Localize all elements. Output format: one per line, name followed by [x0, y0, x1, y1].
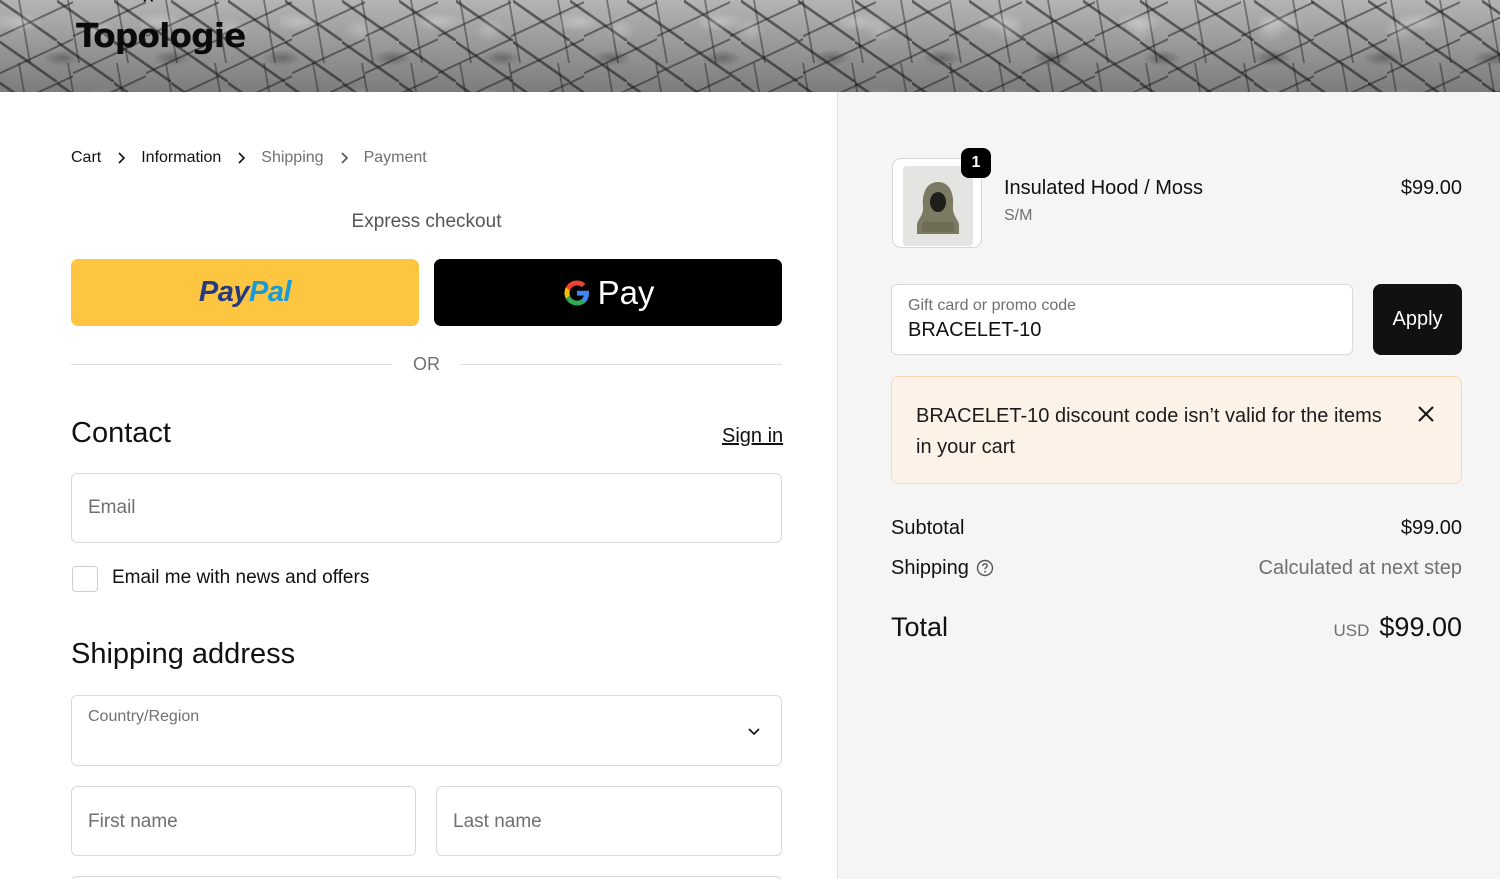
discount-code-value: BRACELET-10: [908, 319, 1042, 341]
chevron-right-icon: [324, 152, 364, 164]
total-value-group: USD $99.00: [1334, 612, 1463, 643]
first-name-placeholder: First name: [88, 811, 178, 832]
subtotal-label: Subtotal: [891, 517, 965, 539]
discount-error-banner: BRACELET-10 discount code isn’t valid fo…: [891, 376, 1462, 484]
google-g-icon: [564, 280, 589, 305]
close-icon[interactable]: [1417, 405, 1435, 423]
total-currency: USD: [1333, 621, 1370, 640]
chevron-down-icon: [748, 728, 760, 736]
newsletter-label[interactable]: Email me with news and offers: [112, 567, 369, 589]
express-checkout-title: Express checkout: [351, 211, 502, 232]
store-logo[interactable]: Topologie: [76, 16, 246, 55]
product-name: Insulated Hood / Moss: [1004, 177, 1203, 199]
subtotal-value: $99.00: [1400, 517, 1462, 539]
total-amount: $99.00: [1379, 612, 1462, 642]
breadcrumb-information: Information: [141, 149, 222, 166]
discount-error-message: BRACELET-10 discount code isn’t valid fo…: [916, 405, 1382, 458]
shipping-label: Shipping: [891, 557, 969, 579]
paypal-logo: PayPal: [198, 276, 292, 308]
breadcrumb-cart[interactable]: Cart: [71, 149, 101, 167]
logo-mark: ^: [143, 0, 154, 10]
shipping-address-heading: Shipping address: [71, 638, 296, 670]
last-name-placeholder: Last name: [453, 811, 542, 832]
last-name-field[interactable]: Last name: [436, 786, 782, 856]
apply-button[interactable]: Apply: [1373, 284, 1462, 355]
breadcrumb-payment: Payment: [363, 149, 427, 166]
email-field[interactable]: Email: [71, 473, 782, 543]
total-label: Total: [891, 612, 949, 642]
product-image: [903, 166, 973, 246]
or-divider: OR: [71, 354, 782, 375]
google-pay-button[interactable]: Pay: [434, 259, 782, 326]
discount-code-field[interactable]: Gift card or promo code BRACELET-10: [891, 284, 1353, 355]
google-pay-label: Pay: [597, 273, 655, 311]
quantity-badge: 1: [961, 148, 991, 178]
breadcrumb: Cart Information Shipping Payment: [71, 149, 427, 167]
paypal-button[interactable]: PayPal: [71, 259, 419, 326]
first-name-field[interactable]: First name: [71, 786, 416, 856]
country-select[interactable]: Country/Region: [71, 695, 782, 766]
contact-heading: Contact: [71, 417, 171, 449]
product-price: $99.00: [1400, 177, 1462, 199]
or-label: OR: [413, 354, 440, 374]
chevron-right-icon: [101, 152, 141, 164]
sign-in-link[interactable]: Sign in: [722, 425, 783, 448]
discount-code-label: Gift card or promo code: [908, 297, 1077, 314]
email-placeholder: Email: [88, 497, 136, 518]
product-variant: S/M: [1004, 207, 1033, 224]
header-banner: ^ Topologie: [0, 0, 1500, 92]
chevron-right-icon: [221, 152, 261, 164]
country-label: Country/Region: [88, 708, 200, 725]
help-circle-icon[interactable]: [976, 559, 994, 577]
shipping-value: Calculated at next step: [1258, 557, 1462, 579]
breadcrumb-shipping: Shipping: [261, 149, 324, 166]
newsletter-checkbox[interactable]: [72, 566, 98, 592]
